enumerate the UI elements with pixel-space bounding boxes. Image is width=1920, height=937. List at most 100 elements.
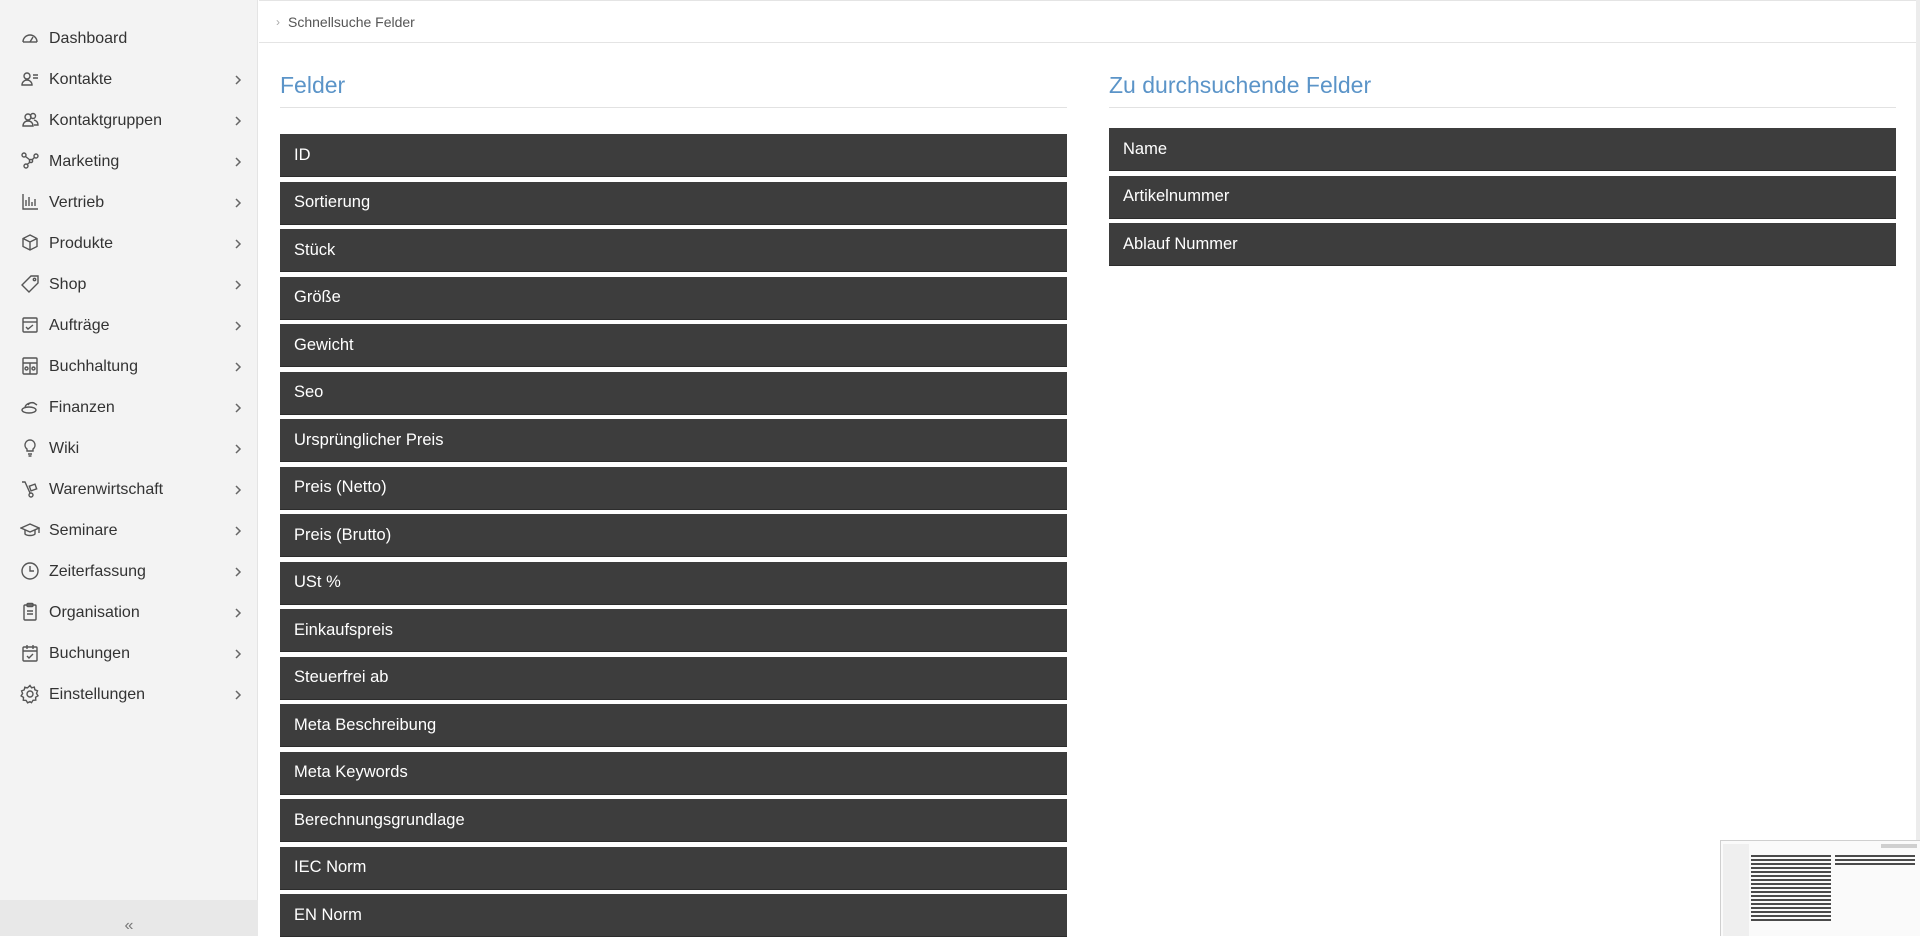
available-field-item[interactable]: Preis (Brutto): [280, 514, 1067, 557]
available-field-item[interactable]: EN Norm: [280, 894, 1067, 937]
available-field-item[interactable]: ID: [280, 134, 1067, 177]
hand-truck-icon: [20, 479, 40, 499]
chevron-right-icon[interactable]: [233, 196, 243, 210]
sidebar-item-marketing[interactable]: Marketing: [0, 141, 258, 182]
window-edge: [1916, 0, 1920, 936]
sidebar-item-buchhaltung[interactable]: Buchhaltung: [0, 346, 258, 387]
available-field-item[interactable]: Meta Beschreibung: [280, 704, 1067, 747]
available-field-item[interactable]: Meta Keywords: [280, 751, 1067, 795]
sidebar-item-einstellungen[interactable]: Einstellungen: [0, 674, 258, 715]
available-field-item[interactable]: Preis (Netto): [280, 466, 1067, 510]
chevron-right-icon[interactable]: [233, 647, 243, 661]
searchable-field-item[interactable]: Artikelnummer: [1109, 175, 1896, 219]
orders-icon: [20, 315, 40, 335]
marketing-network-icon: [20, 151, 40, 171]
searchable-field-item[interactable]: Name: [1109, 128, 1896, 171]
available-field-item[interactable]: Sortierung: [280, 181, 1067, 225]
available-field-item[interactable]: Seo: [280, 371, 1067, 415]
sidebar: Dashboard Kontakte Kontaktgruppen Marketing…: [0, 0, 258, 936]
sidebar-item-shop[interactable]: Shop: [0, 264, 258, 305]
chevron-right-icon[interactable]: [233, 688, 243, 702]
sidebar-item-organisation[interactable]: Organisation: [0, 592, 258, 633]
available-fields-divider: [280, 107, 1067, 108]
sidebar-item-label: Marketing: [49, 152, 120, 170]
sidebar-item-label: Wiki: [49, 439, 80, 457]
chevron-right-icon[interactable]: [233, 606, 243, 620]
top-bar: › Schnellsuche Felder: [259, 0, 1920, 43]
sidebar-item-wiki[interactable]: Wiki: [0, 428, 258, 469]
sidebar-item-kontaktgruppen[interactable]: Kontaktgruppen: [0, 100, 258, 141]
available-field-item[interactable]: Stück: [280, 229, 1067, 272]
page-preview-image: [1721, 841, 1920, 936]
chevron-right-icon[interactable]: [233, 319, 243, 333]
sidebar-item-label: Kontakte: [49, 70, 113, 88]
sidebar-item-zeiterfassung[interactable]: Zeiterfassung: [0, 551, 258, 592]
lightbulb-icon: [20, 438, 40, 458]
chevron-right-icon[interactable]: [233, 278, 243, 292]
sidebar-item-label: Organisation: [49, 603, 140, 621]
sidebar-item-kontakte[interactable]: Kontakte: [0, 59, 258, 100]
sidebar-item-label: Vertrieb: [49, 193, 105, 211]
available-field-item[interactable]: Einkaufspreis: [280, 609, 1067, 652]
sidebar-item-dashboard[interactable]: Dashboard: [0, 18, 258, 59]
accounting-icon: [20, 356, 40, 376]
available-field-item[interactable]: Gewicht: [280, 324, 1067, 367]
chevron-right-icon[interactable]: [233, 483, 243, 497]
sidebar-item-label: Finanzen: [49, 398, 115, 416]
sidebar-item-label: Kontaktgruppen: [49, 111, 162, 129]
clock-icon: [20, 561, 40, 581]
sidebar-item-produkte[interactable]: Produkte: [0, 223, 258, 264]
clipboard-icon: [20, 602, 40, 622]
sidebar-item-label: Dashboard: [49, 29, 128, 47]
calendar-check-icon: [20, 643, 40, 663]
available-field-item[interactable]: Steuerfrei ab: [280, 656, 1067, 700]
sidebar-item-seminare[interactable]: Seminare: [0, 510, 258, 551]
available-field-item[interactable]: Berechnungsgrundlage: [280, 799, 1067, 842]
searchable-fields-title: Zu durchsuchende Felder: [1109, 72, 1372, 98]
bar-chart-icon: [20, 192, 40, 212]
sidebar-item-warenwirtschaft[interactable]: Warenwirtschaft: [0, 469, 258, 510]
sidebar-item-label: Aufträge: [49, 316, 110, 334]
breadcrumb: › Schnellsuche Felder: [276, 14, 415, 30]
sidebar-item-label: Einstellungen: [49, 685, 146, 703]
available-field-item[interactable]: Größe: [280, 276, 1067, 320]
available-field-item[interactable]: IEC Norm: [280, 846, 1067, 890]
chevron-right-icon[interactable]: [233, 114, 243, 128]
sidebar-item-buchungen[interactable]: Buchungen: [0, 633, 258, 674]
dashboard-icon: [20, 28, 40, 48]
sidebar-item-finanzen[interactable]: Finanzen: [0, 387, 258, 428]
breadcrumb-current[interactable]: Schnellsuche Felder: [288, 14, 415, 30]
available-fields-title: Felder: [280, 72, 346, 98]
sidebar-item-auftr-ge[interactable]: Aufträge: [0, 305, 258, 346]
sidebar-item-label: Buchungen: [49, 644, 130, 662]
sidebar-item-label: Produkte: [49, 234, 114, 252]
graduation-cap-icon: [20, 520, 40, 540]
available-field-item[interactable]: USt %: [280, 561, 1067, 605]
chevron-right-icon[interactable]: [233, 524, 243, 538]
sidebar-item-label: Shop: [49, 275, 87, 293]
chevron-right-icon[interactable]: [233, 155, 243, 169]
breadcrumb-separator-icon: ›: [276, 15, 280, 29]
chevron-right-icon[interactable]: [233, 401, 243, 415]
chevron-right-icon[interactable]: [233, 237, 243, 251]
sidebar-item-label: Zeiterfassung: [49, 562, 146, 580]
contact-groups-icon: [20, 110, 40, 130]
collapse-icon: «: [124, 917, 134, 934]
sidebar-item-label: Buchhaltung: [49, 357, 138, 375]
gear-icon: [20, 684, 40, 704]
available-field-item[interactable]: Ursprünglicher Preis: [280, 419, 1067, 462]
chevron-right-icon[interactable]: [233, 442, 243, 456]
coins-icon: [20, 397, 40, 417]
chevron-right-icon[interactable]: [233, 73, 243, 87]
chevron-right-icon[interactable]: [233, 565, 243, 579]
page-preview-thumbnail[interactable]: [1720, 840, 1920, 936]
sidebar-item-label: Seminare: [49, 521, 118, 539]
searchable-field-item[interactable]: Ablauf Nummer: [1109, 223, 1896, 266]
sidebar-collapse-button[interactable]: «: [0, 900, 258, 936]
chevron-right-icon[interactable]: [233, 360, 243, 374]
contacts-icon: [20, 69, 40, 89]
sidebar-item-vertrieb[interactable]: Vertrieb: [0, 182, 258, 223]
sidebar-item-label: Warenwirtschaft: [49, 480, 164, 498]
box-icon: [20, 233, 40, 253]
searchable-fields-divider: [1109, 107, 1896, 108]
